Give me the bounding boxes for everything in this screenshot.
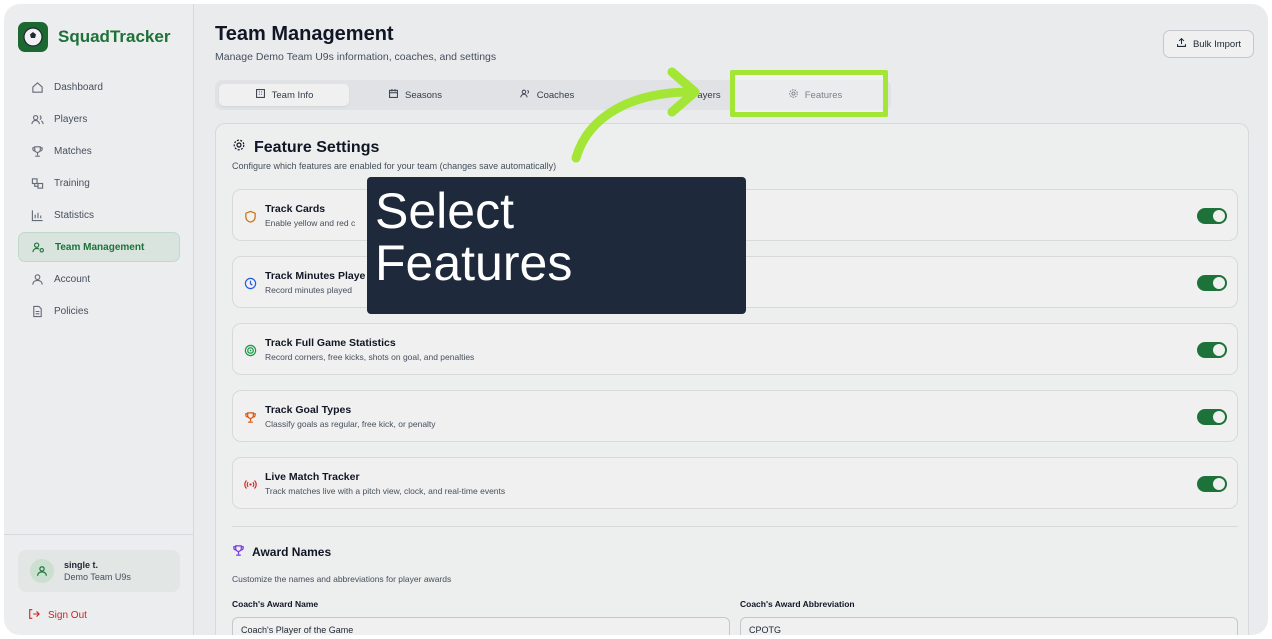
section-divider [232,526,1238,527]
feature-track-full-game-statistics: Track Full Game Statistics Record corner… [232,323,1238,375]
feature-title: Track Minutes Playe [265,270,366,282]
home-icon [30,80,44,94]
sidebar-item-statistics[interactable]: Statistics [18,200,180,230]
user-team: Demo Team U9s [64,572,131,582]
sidebar-item-label: Dashboard [54,81,103,93]
users-icon [30,112,44,126]
sidebar-item-label: Statistics [54,209,95,221]
features-tab-highlight[interactable] [730,70,888,117]
soccer-ball-icon [18,22,48,52]
clock-icon [243,276,257,290]
feature-title: Track Goal Types [265,404,352,416]
feature-title: Track Full Game Statistics [265,337,396,349]
section-heading: Feature Settings [254,138,380,156]
sidebar-item-policies[interactable]: Policies [18,296,180,326]
bar-chart-icon [30,208,44,222]
sign-out-icon [28,608,40,623]
bulk-import-label: Bulk Import [1192,38,1241,50]
coach-award-abbreviation-label: Coach's Award Abbreviation [740,599,855,609]
document-icon [30,304,44,318]
sign-out-label: Sign Out [48,610,87,621]
feature-settings-subtitle: Configure which features are enabled for… [232,161,557,171]
tutorial-callout: Select Features [367,177,746,314]
brand[interactable]: SquadTracker [18,22,170,52]
track-minutes-toggle[interactable] [1197,275,1227,291]
sidebar-item-label: Account [54,273,91,285]
team-management-icon [31,240,45,254]
callout-line-2: Features [375,235,573,291]
trophy-icon [30,144,44,158]
sidebar-item-players[interactable]: Players [18,104,180,134]
coach-award-abbreviation-input[interactable]: CPOTG [740,617,1238,635]
page-title: Team Management [215,23,394,45]
sidebar-item-matches[interactable]: Matches [18,136,180,166]
coach-award-name-label: Coach's Award Name [232,599,319,609]
upload-icon [1176,37,1187,51]
sidebar-item-training[interactable]: Training [18,168,180,198]
coach-award-name-input[interactable]: Coach's Player of the Game [232,617,730,635]
sidebar-item-label: Team Management [55,241,145,253]
feature-track-goal-types: Track Goal Types Classify goals as regul… [232,390,1238,442]
award-names-title: Award Names [232,544,331,560]
feature-settings-title: Feature Settings [232,138,379,157]
sidebar-item-team-management[interactable]: Team Management [18,232,180,262]
feature-description: Classify goals as regular, free kick, or… [265,419,436,429]
sidebar-item-account[interactable]: Account [18,264,180,294]
feature-description: Record minutes played [265,285,352,295]
gear-icon [232,138,246,157]
award-names-subtitle: Customize the names and abbreviations fo… [232,574,452,584]
avatar [30,559,54,583]
trophy-icon [243,410,257,424]
users-icon [520,88,531,102]
bulk-import-button[interactable]: Bulk Import [1162,30,1254,58]
feature-description: Enable yellow and red c [265,218,356,228]
sidebar-item-label: Policies [54,305,89,317]
building-icon [255,88,266,102]
training-icon [30,176,44,190]
sidebar-divider [4,534,194,535]
track-cards-toggle[interactable] [1197,208,1227,224]
tab-label: Seasons [405,89,442,101]
target-icon [243,343,257,357]
feature-live-match-tracker: Live Match Tracker Track matches live wi… [232,457,1238,509]
live-match-tracker-toggle[interactable] [1197,476,1227,492]
user-icon [30,272,44,286]
track-full-game-statistics-toggle[interactable] [1197,342,1227,358]
sidebar-item-label: Players [54,113,88,125]
tab-team-info[interactable]: Team Info [219,84,349,106]
trophy-icon [232,544,245,560]
sidebar-item-label: Training [54,177,90,189]
sidebar-nav: Dashboard Players Matches Training Stati… [18,72,180,328]
app-name: SquadTracker [58,27,171,46]
shield-icon [243,209,257,223]
pointer-arrow-icon [571,67,700,163]
sidebar: SquadTracker Dashboard Players Matches T… [4,4,194,635]
feature-description: Track matches live with a pitch view, cl… [265,486,506,496]
track-goal-types-toggle[interactable] [1197,409,1227,425]
feature-description: Record corners, free kicks, shots on goa… [265,352,475,362]
feature-title: Live Match Tracker [265,471,360,483]
page-subtitle: Manage Demo Team U9s information, coache… [215,51,497,63]
section-heading: Award Names [252,545,332,559]
user-card[interactable]: single t. Demo Team U9s [18,550,180,592]
tab-seasons[interactable]: Seasons [349,84,481,106]
broadcast-icon [243,477,257,491]
user-name: single t. [64,560,99,570]
tab-label: Team Info [271,89,314,101]
calendar-icon [388,88,399,102]
sidebar-item-dashboard[interactable]: Dashboard [18,72,180,102]
callout-line-1: Select [375,183,514,239]
feature-title: Track Cards [265,203,326,215]
sidebar-item-label: Matches [54,145,92,157]
sign-out-button[interactable]: Sign Out [28,608,87,623]
